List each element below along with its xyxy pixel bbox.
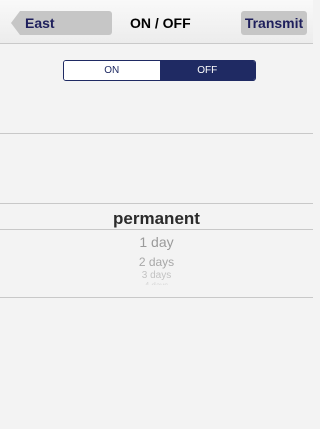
on-off-toggle: ON OFF bbox=[63, 60, 256, 81]
page-title: ON / OFF bbox=[130, 15, 191, 31]
toggle-off-segment[interactable]: OFF bbox=[159, 61, 255, 80]
divider bbox=[0, 297, 313, 298]
navigation-bar: East property ON / OFF Transmit bbox=[0, 0, 313, 44]
picker-selection-top-line bbox=[0, 203, 313, 204]
toggle-on-segment[interactable]: ON bbox=[64, 61, 160, 80]
picker-option[interactable]: 4 days bbox=[0, 281, 313, 285]
picker-option[interactable]: 1 day bbox=[0, 234, 313, 250]
picker-selected-option[interactable]: permanent bbox=[0, 209, 313, 229]
picker-selection-bottom-line bbox=[0, 229, 313, 230]
divider bbox=[0, 133, 313, 134]
transmit-button[interactable]: Transmit bbox=[241, 11, 307, 35]
picker-option[interactable]: 2 days bbox=[0, 255, 313, 269]
back-button[interactable]: East property bbox=[11, 11, 112, 35]
picker-option[interactable]: 3 days bbox=[0, 270, 313, 280]
